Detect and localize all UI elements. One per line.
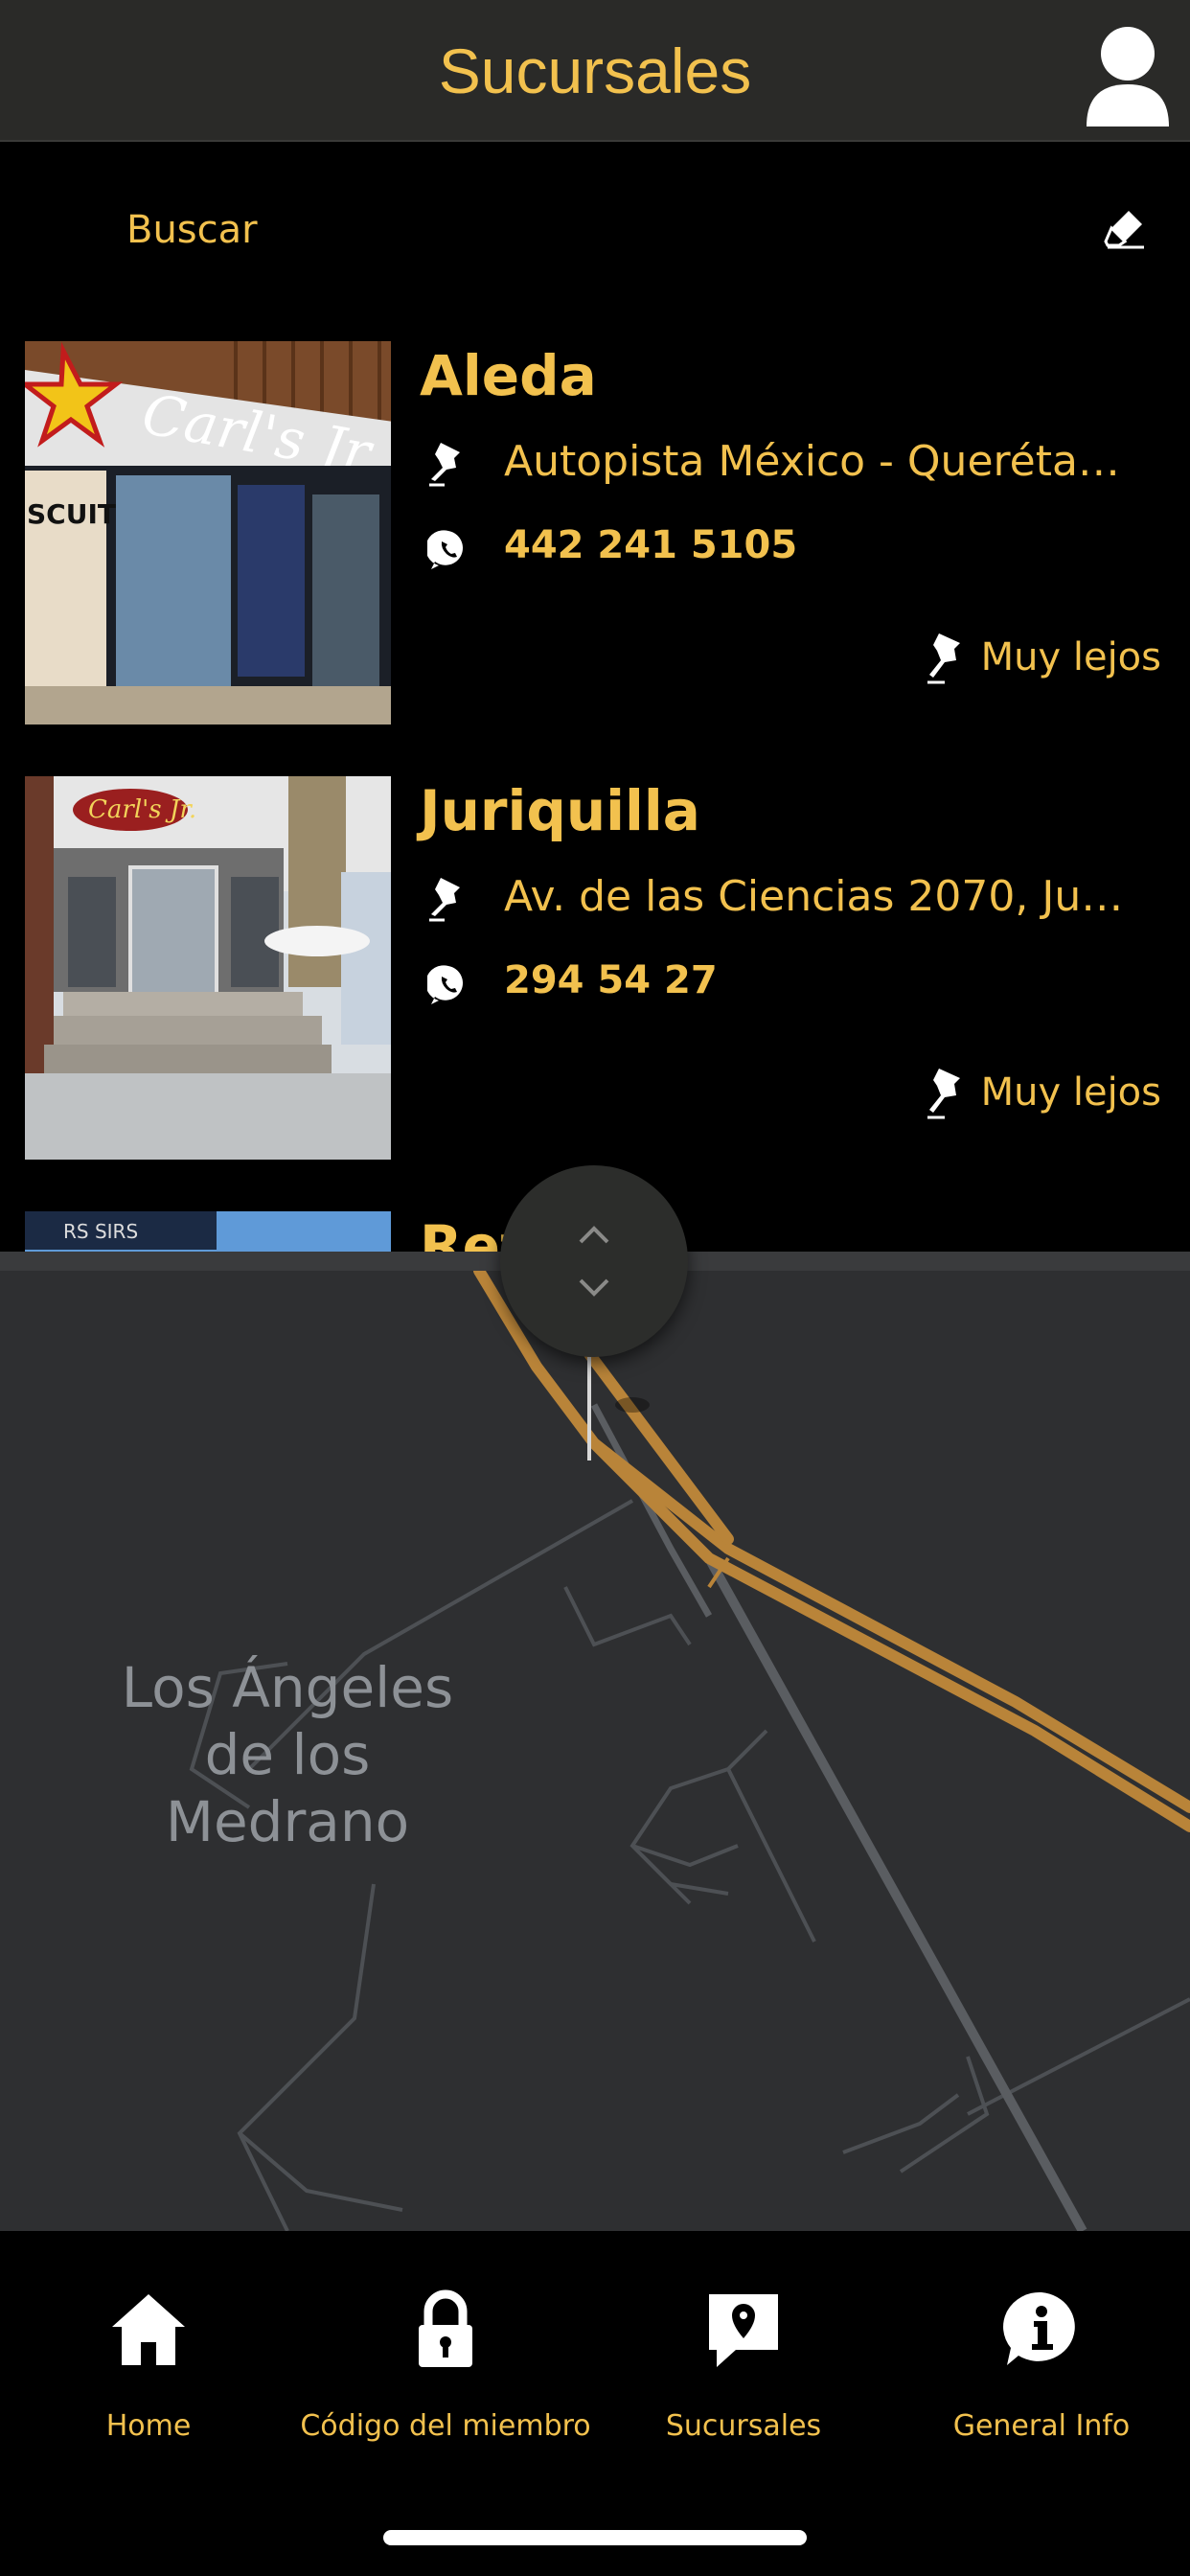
distance-label: Muy lejos	[980, 635, 1161, 679]
info-icon	[1003, 2291, 1075, 2365]
nav-item-home[interactable]: Home	[0, 2231, 297, 2461]
search-input[interactable]	[126, 201, 989, 259]
pushpin-icon	[429, 443, 460, 487]
home-indicator[interactable]	[383, 2530, 807, 2545]
distance-label: Muy lejos	[980, 1070, 1161, 1115]
branch-phone[interactable]: 442 241 5105	[504, 523, 797, 567]
chevron-down-icon[interactable]	[575, 1269, 613, 1307]
map-view[interactable]: Los Ángeles de los Medrano	[0, 1252, 1190, 2231]
nav-item-member-code[interactable]: Código del miembro	[297, 2231, 594, 2461]
lock-icon	[419, 2289, 472, 2367]
branch-photo: Carl's Jr.	[25, 776, 391, 1160]
pushpin-icon	[429, 878, 460, 922]
nav-item-branches[interactable]: Sucursales	[595, 2231, 892, 2461]
app-header: Sucursales	[0, 0, 1190, 142]
svg-text:RS SIRS: RS SIRS	[63, 1220, 138, 1243]
nav-label: Sucursales	[665, 2409, 822, 2443]
location-pin-icon	[709, 2294, 778, 2367]
distance-indicator: Muy lejos	[926, 629, 1161, 686]
branch-address: Av. de las Ciencias 2070, Juriq...	[504, 872, 1136, 921]
branch-name: Juriquilla	[420, 778, 700, 843]
branch-card[interactable]: Carl's Jr. SCUIT Aleda Autopista México …	[0, 312, 1190, 724]
branch-phone[interactable]: 294 54 27	[504, 958, 718, 1002]
distance-indicator: Muy lejos	[926, 1064, 1161, 1121]
chevron-up-icon[interactable]	[575, 1215, 613, 1254]
branch-name: Aleda	[420, 343, 597, 408]
svg-text:Carl's Jr.: Carl's Jr.	[88, 795, 196, 824]
branch-list[interactable]: Carl's Jr. SCUIT Aleda Autopista México …	[0, 312, 1190, 1252]
svg-text:SCUIT: SCUIT	[27, 498, 116, 530]
phone-icon[interactable]	[427, 527, 469, 573]
home-icon	[112, 2294, 185, 2365]
phone-icon[interactable]	[427, 962, 469, 1008]
map-place-label: Los Ángeles de los Medrano	[121, 1655, 454, 1854]
pushpin-icon	[927, 633, 960, 684]
nav-label: Código del miembro	[300, 2409, 591, 2443]
branch-card[interactable]: Carl's Jr. Juriquilla Av. de las Ciencia…	[0, 748, 1190, 1160]
nav-item-general-info[interactable]: General Info	[893, 2231, 1190, 2461]
branch-photo: Carl's Jr. SCUIT	[25, 341, 391, 724]
branch-address: Autopista México - Querétaro,...	[504, 437, 1136, 486]
bottom-nav: Home Código del miembro Sucursales Gener…	[0, 2231, 1190, 2576]
page-title: Sucursales	[438, 35, 752, 106]
eraser-icon[interactable]	[1104, 207, 1146, 249]
search-bar	[0, 144, 1190, 312]
pushpin-icon	[927, 1069, 960, 1119]
branch-photo: RS SIRS	[25, 1211, 391, 1252]
list-map-toggle[interactable]	[500, 1165, 688, 1357]
profile-icon[interactable]	[1085, 23, 1171, 128]
nav-label: Home	[105, 2409, 192, 2443]
nav-label: General Info	[952, 2409, 1131, 2443]
